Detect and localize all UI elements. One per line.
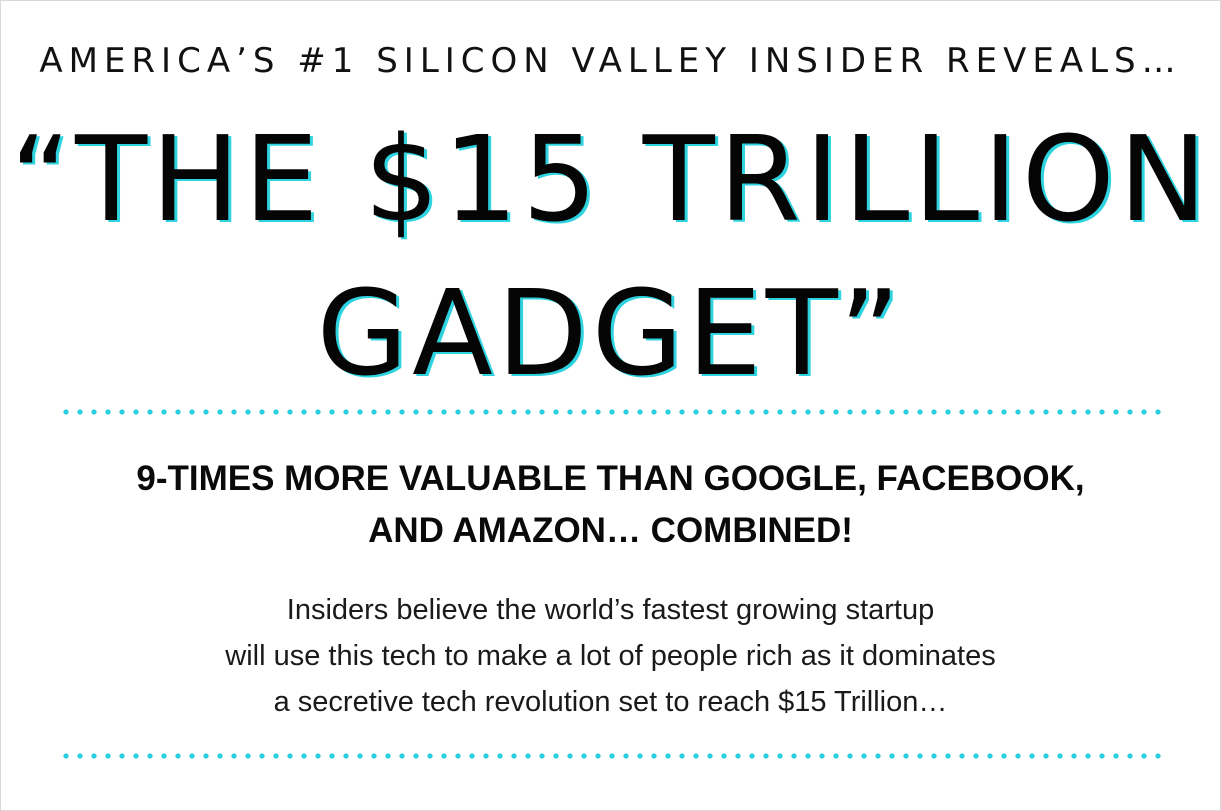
eyebrow-text: AMERICA’S #1 SILICON VALLEY INSIDER REVE… — [39, 41, 1182, 81]
dotted-divider-top — [59, 409, 1167, 415]
body-line-3: a secretive tech revolution set to reach… — [273, 686, 948, 718]
body-line-1: Insiders believe the world’s fastest gro… — [286, 594, 935, 626]
body-line-2: will use this tech to make a lot of peop… — [225, 640, 996, 672]
dotted-divider-bottom — [59, 753, 1167, 759]
subheadline-line-2: AND AMAZON… COMBINED! — [368, 511, 853, 550]
subheadline: 9-TIMES MORE VALUABLE THAN GOOGLE, FACEB… — [1, 453, 1220, 557]
headline-line-2: GADGET” — [316, 264, 905, 402]
page: AMERICA’S #1 SILICON VALLEY INSIDER REVE… — [0, 0, 1221, 811]
subheadline-line-1: 9-TIMES MORE VALUABLE THAN GOOGLE, FACEB… — [136, 459, 1085, 498]
headline-line-1: “THE $15 TRILLION — [9, 110, 1212, 248]
body-paragraph: Insiders believe the world’s fastest gro… — [1, 587, 1220, 725]
